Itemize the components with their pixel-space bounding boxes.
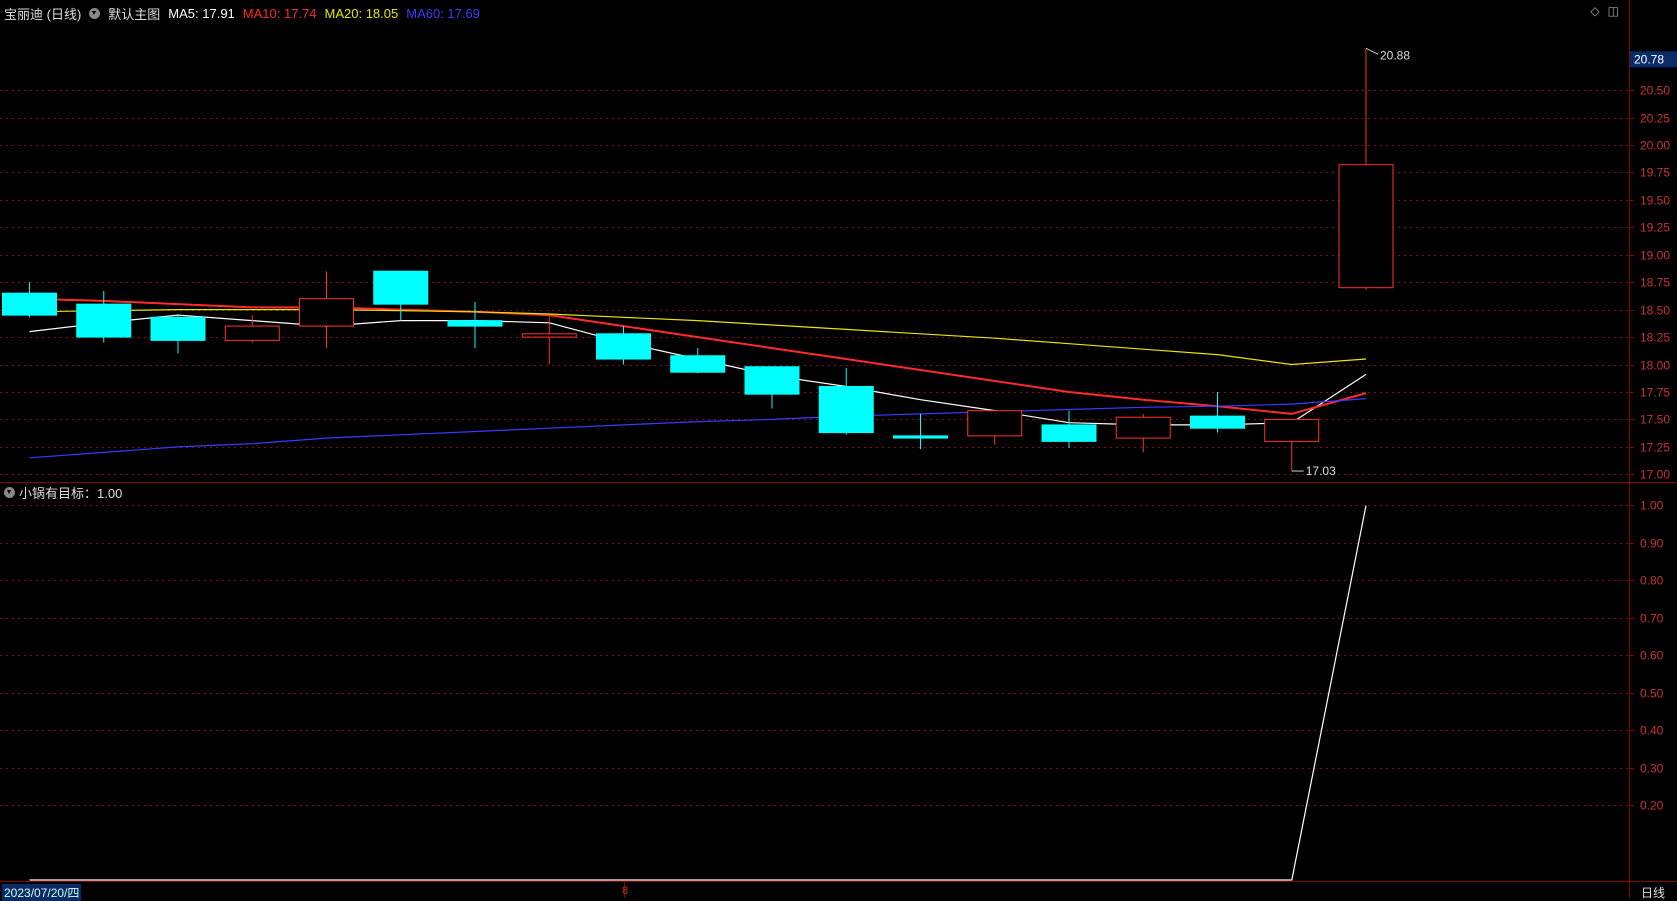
indicator-header: 小锅有目标：1.00 — [4, 483, 122, 502]
indicator-tick-label: 0.80 — [1640, 574, 1664, 588]
indicator-label[interactable]: 小锅有目标：1.00 — [19, 483, 122, 502]
ma5-legend: MA5: 17.91 — [168, 6, 235, 21]
indicator-tick-label: 0.50 — [1640, 687, 1664, 701]
candle-body — [670, 355, 726, 373]
window-controls: ◇ ◫ — [1590, 4, 1619, 18]
indicator-tick-label: 0.90 — [1640, 537, 1664, 551]
candle-body — [967, 410, 1023, 437]
candle-body — [744, 366, 800, 395]
candle-body — [2, 292, 57, 316]
price-tick-label: 19.00 — [1640, 249, 1670, 263]
indicator-line — [29, 505, 1367, 881]
candlesticks[interactable] — [2, 48, 1394, 472]
diamond-icon[interactable]: ◇ — [1590, 4, 1599, 18]
price-tick-label: 18.50 — [1640, 304, 1670, 318]
candle-body — [1190, 415, 1245, 429]
candle-body — [1264, 418, 1320, 442]
stock-title[interactable]: 宝丽迪 (日线) — [4, 4, 81, 23]
candle-body — [1115, 416, 1171, 439]
candle-body — [521, 333, 577, 338]
candle-body — [596, 333, 651, 360]
price-tick-label: 17.75 — [1640, 386, 1670, 400]
price-tick-label: 19.50 — [1640, 194, 1670, 208]
ma20-legend: MA20: 18.05 — [324, 6, 399, 21]
indicator-tick-label: 0.60 — [1640, 649, 1664, 663]
price-tick-label: 20.50 — [1640, 84, 1670, 98]
indicator-tick-label: 1.00 — [1640, 499, 1664, 513]
current-price-text: 20.78 — [1634, 52, 1664, 66]
indicator-tick-label: 0.70 — [1640, 612, 1664, 626]
candle-body — [76, 303, 132, 338]
candle-body — [373, 270, 429, 305]
price-tick-label: 19.25 — [1640, 221, 1670, 235]
price-tick-label: 17.25 — [1640, 441, 1670, 455]
low-label: 17.03 — [1306, 464, 1336, 478]
candle-body — [299, 298, 354, 327]
chart-canvas: 20.50 20.25 20.00 19.75 19.50 19.25 19.00 18.75… — [0, 0, 1677, 898]
dropdown-icon[interactable] — [89, 8, 101, 19]
ma60-legend: MA60: 17.69 — [406, 6, 480, 21]
chart-header: 宝丽迪 (日线) 默认主图 MA5: 17.91 MA10: 17.74 MA2… — [4, 4, 480, 23]
candle-body — [224, 325, 280, 341]
restore-icon[interactable]: ◫ — [1608, 4, 1619, 18]
candle-body — [893, 435, 948, 439]
candle-body — [1041, 424, 1097, 442]
candle-body — [818, 385, 874, 434]
price-tick-label: 17.00 — [1640, 468, 1670, 482]
candle-body — [150, 316, 206, 341]
period-label[interactable]: 日线 — [1641, 884, 1665, 901]
price-tick-label: 18.25 — [1640, 331, 1670, 345]
candle-body — [447, 320, 503, 327]
price-tick-label: 17.50 — [1640, 413, 1670, 427]
candle-body — [1338, 164, 1394, 289]
indicator-tick-label: 0.40 — [1640, 724, 1664, 738]
price-tick-label: 20.00 — [1640, 139, 1670, 153]
indicator-tick-label: 0.30 — [1640, 762, 1664, 776]
price-tick-label: 19.75 — [1640, 166, 1670, 180]
indicator-tick-label: 0.20 — [1640, 799, 1664, 813]
axes — [0, 0, 1677, 898]
dropdown-icon[interactable] — [4, 487, 15, 498]
axis-labels: 20.50 20.25 20.00 19.75 19.50 19.25 19.00 18.75… — [622, 47, 1677, 897]
date-label: 2023/07/20/四 — [2, 884, 82, 901]
price-tick-label: 18.75 — [1640, 276, 1670, 290]
month-marker: 8 — [622, 885, 628, 897]
ma10-legend: MA10: 17.74 — [242, 6, 317, 21]
price-tick-label: 18.00 — [1640, 359, 1670, 373]
price-tick-label: 20.25 — [1640, 112, 1670, 126]
high-arrow — [1365, 47, 1379, 55]
high-label: 20.88 — [1380, 48, 1410, 62]
indicator-series-line — [29, 505, 1367, 881]
template-name[interactable]: 默认主图 — [108, 4, 160, 23]
